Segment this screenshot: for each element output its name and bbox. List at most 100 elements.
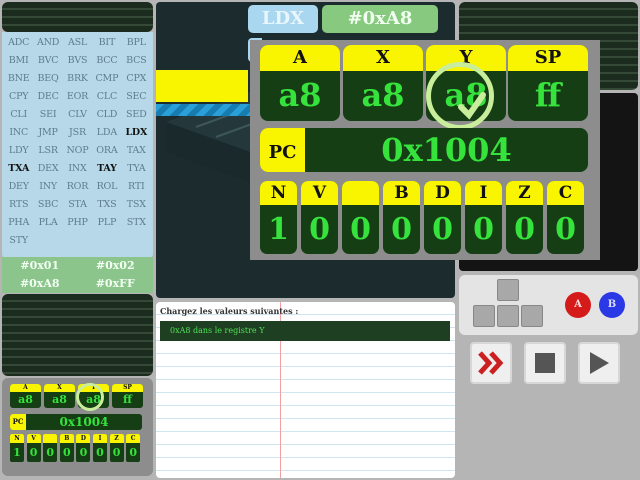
instruction-bvc[interactable]: BVC bbox=[33, 52, 62, 70]
register-value: a8 bbox=[18, 393, 33, 406]
instruction-dec[interactable]: DEC bbox=[33, 88, 62, 106]
dpad-up-button[interactable] bbox=[497, 279, 519, 301]
instruction-cpx[interactable]: CPX bbox=[122, 70, 151, 88]
instruction-txs[interactable]: TXS bbox=[92, 196, 121, 214]
instruction-php[interactable]: PHP bbox=[63, 214, 92, 232]
instruction-cpy[interactable]: CPY bbox=[4, 88, 33, 106]
flag-label: N bbox=[260, 181, 297, 205]
instruction-plp[interactable]: PLP bbox=[92, 214, 121, 232]
flag-value: 0 bbox=[96, 446, 104, 459]
instruction-asl[interactable]: ASL bbox=[63, 34, 92, 52]
instruction-tsx[interactable]: TSX bbox=[122, 196, 151, 214]
mini-flag-b: B0 bbox=[59, 434, 74, 462]
b-button[interactable]: B bbox=[599, 292, 625, 318]
instruction-pla[interactable]: PLA bbox=[33, 214, 62, 232]
instruction-tax[interactable]: TAX bbox=[122, 142, 151, 160]
instruction-tay[interactable]: TAY bbox=[92, 160, 121, 178]
instruction-lda[interactable]: LDA bbox=[92, 124, 121, 142]
instruction-pha[interactable]: PHA bbox=[4, 214, 33, 232]
instruction-lsr[interactable]: LSR bbox=[33, 142, 62, 160]
check-ring-icon bbox=[426, 62, 494, 130]
mini-register-x: X a8 bbox=[44, 384, 75, 408]
instruction-bne[interactable]: BNE bbox=[4, 70, 33, 88]
instruction-dex[interactable]: DEX bbox=[33, 160, 62, 178]
instruction-bcs[interactable]: BCS bbox=[122, 52, 151, 70]
instruction-nop[interactable]: NOP bbox=[63, 142, 92, 160]
instruction-ror[interactable]: ROR bbox=[63, 178, 92, 196]
instruction-inx[interactable]: INX bbox=[63, 160, 92, 178]
instruction-bus-bar bbox=[156, 70, 248, 102]
instruction-eor[interactable]: EOR bbox=[63, 88, 92, 106]
flag-value: 0 bbox=[112, 446, 121, 459]
instruction-rti[interactable]: RTI bbox=[122, 178, 151, 196]
mini-register-a: A a8 bbox=[10, 384, 41, 408]
stop-button[interactable] bbox=[524, 342, 566, 384]
instruction-txa[interactable]: TXA bbox=[4, 160, 33, 178]
dpad-right-button[interactable] bbox=[521, 305, 543, 327]
instruction-and[interactable]: AND bbox=[33, 34, 62, 52]
operand-chip[interactable]: #0xFF bbox=[78, 275, 154, 293]
instruction-cld[interactable]: CLD bbox=[92, 106, 121, 124]
instruction-cmp[interactable]: CMP bbox=[92, 70, 121, 88]
instruction-dey[interactable]: DEY bbox=[4, 178, 33, 196]
play-button[interactable] bbox=[578, 342, 620, 384]
instruction-sed[interactable]: SED bbox=[122, 106, 151, 124]
instruction-adc[interactable]: ADC bbox=[4, 34, 33, 52]
flag-n: N1 bbox=[260, 181, 297, 254]
flag-value: 0 bbox=[79, 446, 88, 459]
flag-value: 0 bbox=[129, 446, 138, 459]
instruction-bcc[interactable]: BCC bbox=[92, 52, 121, 70]
flag-label: C bbox=[126, 434, 141, 443]
dpad-center bbox=[497, 305, 519, 327]
register-value: ff bbox=[534, 76, 562, 114]
instruction-ldy[interactable]: LDY bbox=[4, 142, 33, 160]
a-button[interactable]: A bbox=[565, 292, 591, 318]
dpad-left-button[interactable] bbox=[473, 305, 495, 327]
instruction-inc[interactable]: INC bbox=[4, 124, 33, 142]
instruction-ora[interactable]: ORA bbox=[92, 142, 121, 160]
register-panel: A a8 X a8 Y a8 SP ff PC 0x1004 N1V00B0D0… bbox=[250, 40, 600, 260]
instruction-rts[interactable]: RTS bbox=[4, 196, 33, 214]
instruction-sta[interactable]: STA bbox=[63, 196, 92, 214]
instruction-jmp[interactable]: JMP bbox=[33, 124, 62, 142]
operand-chip[interactable]: #0x02 bbox=[78, 257, 154, 275]
instruction-stx[interactable]: STX bbox=[122, 214, 151, 232]
instruction-bvs[interactable]: BVS bbox=[63, 52, 92, 70]
operand-chip[interactable]: #0xA8 bbox=[2, 275, 78, 293]
instruction-tya[interactable]: TYA bbox=[122, 160, 151, 178]
fast-forward-button[interactable] bbox=[470, 342, 512, 384]
instruction-jsr[interactable]: JSR bbox=[63, 124, 92, 142]
flag-value: 0 bbox=[46, 446, 55, 459]
instruction-clv[interactable]: CLV bbox=[63, 106, 92, 124]
instruction-bmi[interactable]: BMI bbox=[4, 52, 33, 70]
instruction-clc[interactable]: CLC bbox=[92, 88, 121, 106]
flag-label: D bbox=[424, 181, 461, 205]
instruction-beq[interactable]: BEQ bbox=[33, 70, 62, 88]
register-label: X bbox=[44, 384, 75, 392]
instruction-brk[interactable]: BRK bbox=[63, 70, 92, 88]
instruction-bit[interactable]: BIT bbox=[92, 34, 121, 52]
register-value: 0x1004 bbox=[59, 415, 109, 429]
operand-chip[interactable]: #0x01 bbox=[2, 257, 78, 275]
flag-value: 1 bbox=[268, 212, 289, 247]
mini-flag-n: N1 bbox=[10, 434, 24, 462]
register-a: A a8 bbox=[260, 45, 340, 121]
instruction-bpl[interactable]: BPL bbox=[122, 34, 151, 52]
instruction-rol[interactable]: ROL bbox=[92, 178, 121, 196]
instruction-sei[interactable]: SEI bbox=[33, 106, 62, 124]
instruction-ldx[interactable]: LDX bbox=[122, 124, 151, 142]
mini-register-pc: PC 0x1004 bbox=[10, 414, 142, 430]
instruction-sec[interactable]: SEC bbox=[122, 88, 151, 106]
instruction-iny[interactable]: INY bbox=[33, 178, 62, 196]
mini-flag-c: C0 bbox=[126, 434, 141, 462]
flag-label: I bbox=[465, 181, 502, 205]
instruction-sbc[interactable]: SBC bbox=[33, 196, 62, 214]
instruction-sty[interactable]: STY bbox=[4, 232, 33, 250]
instruction-cli[interactable]: CLI bbox=[4, 106, 33, 124]
flag-label: Z bbox=[506, 181, 543, 205]
top-left-panel bbox=[2, 2, 153, 32]
flag-z: Z0 bbox=[506, 181, 543, 254]
flag-value: 0 bbox=[473, 212, 494, 247]
flag-value: 0 bbox=[555, 212, 576, 247]
current-operand: #0xA8 bbox=[322, 5, 438, 33]
